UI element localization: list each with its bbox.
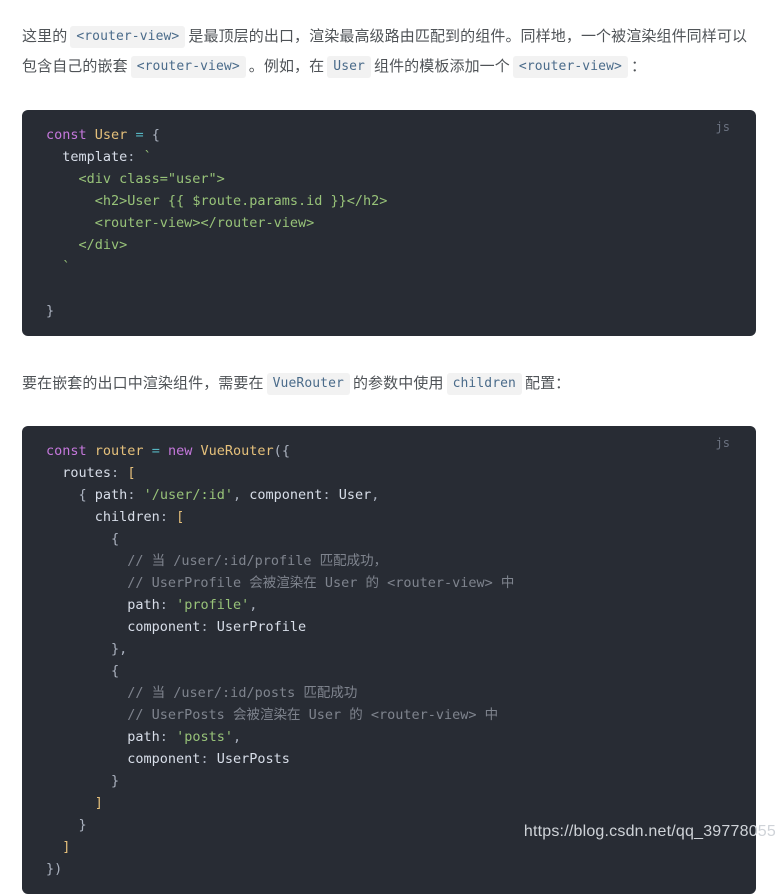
inline-code-router-view-3: <router-view> xyxy=(512,56,628,78)
inline-code-router-view-1: <router-view> xyxy=(70,26,186,48)
paragraph-children-config: 要在嵌套的出口中渲染组件，需要在 VueRouter 的参数中使用 children 配… xyxy=(0,369,778,399)
code-language-label-2: js xyxy=(715,436,730,450)
paragraph-intro-text-4: 组件的模板添加一个 xyxy=(373,58,510,75)
spacer-above-code-1 xyxy=(0,97,778,110)
inline-code-vuerouter: VueRouter xyxy=(266,373,350,395)
paragraph-children-text-1: 要在嵌套的出口中渲染组件，需要在 xyxy=(22,375,264,392)
paragraph-children-text-3: 配置： xyxy=(524,375,571,392)
code-content-1[interactable]: const User = { template: ` <div class="u… xyxy=(22,124,756,322)
paragraph-children-text-2: 的参数中使用 xyxy=(352,375,444,392)
spacer-below-code-1 xyxy=(0,336,778,354)
paragraph-intro-text-1: 这里的 xyxy=(22,28,68,45)
code-language-label-1: js xyxy=(715,120,730,134)
paragraph-intro-text-5: ： xyxy=(630,58,647,75)
inline-code-user: User xyxy=(327,56,371,78)
article-page: 这里的 <router-view> 是最顶层的出口，渲染最高级路由匹配到的组件。同样… xyxy=(0,15,778,894)
spacer-above-code-2 xyxy=(0,414,778,426)
inline-code-router-view-2: <router-view> xyxy=(130,56,246,78)
paragraph-intro: 这里的 <router-view> 是最顶层的出口，渲染最高级路由匹配到的组件。同样… xyxy=(0,15,778,82)
code-content-2[interactable]: const router = new VueRouter({ routes: [… xyxy=(22,440,756,880)
csdn-watermark: https://blog.csdn.net/qq_39778055 xyxy=(523,823,776,840)
inline-code-children: children xyxy=(446,373,522,395)
paragraph-intro-text-3: 。例如，在 xyxy=(248,58,325,75)
code-block-user-component: js const User = { template: ` <div class… xyxy=(22,110,756,336)
